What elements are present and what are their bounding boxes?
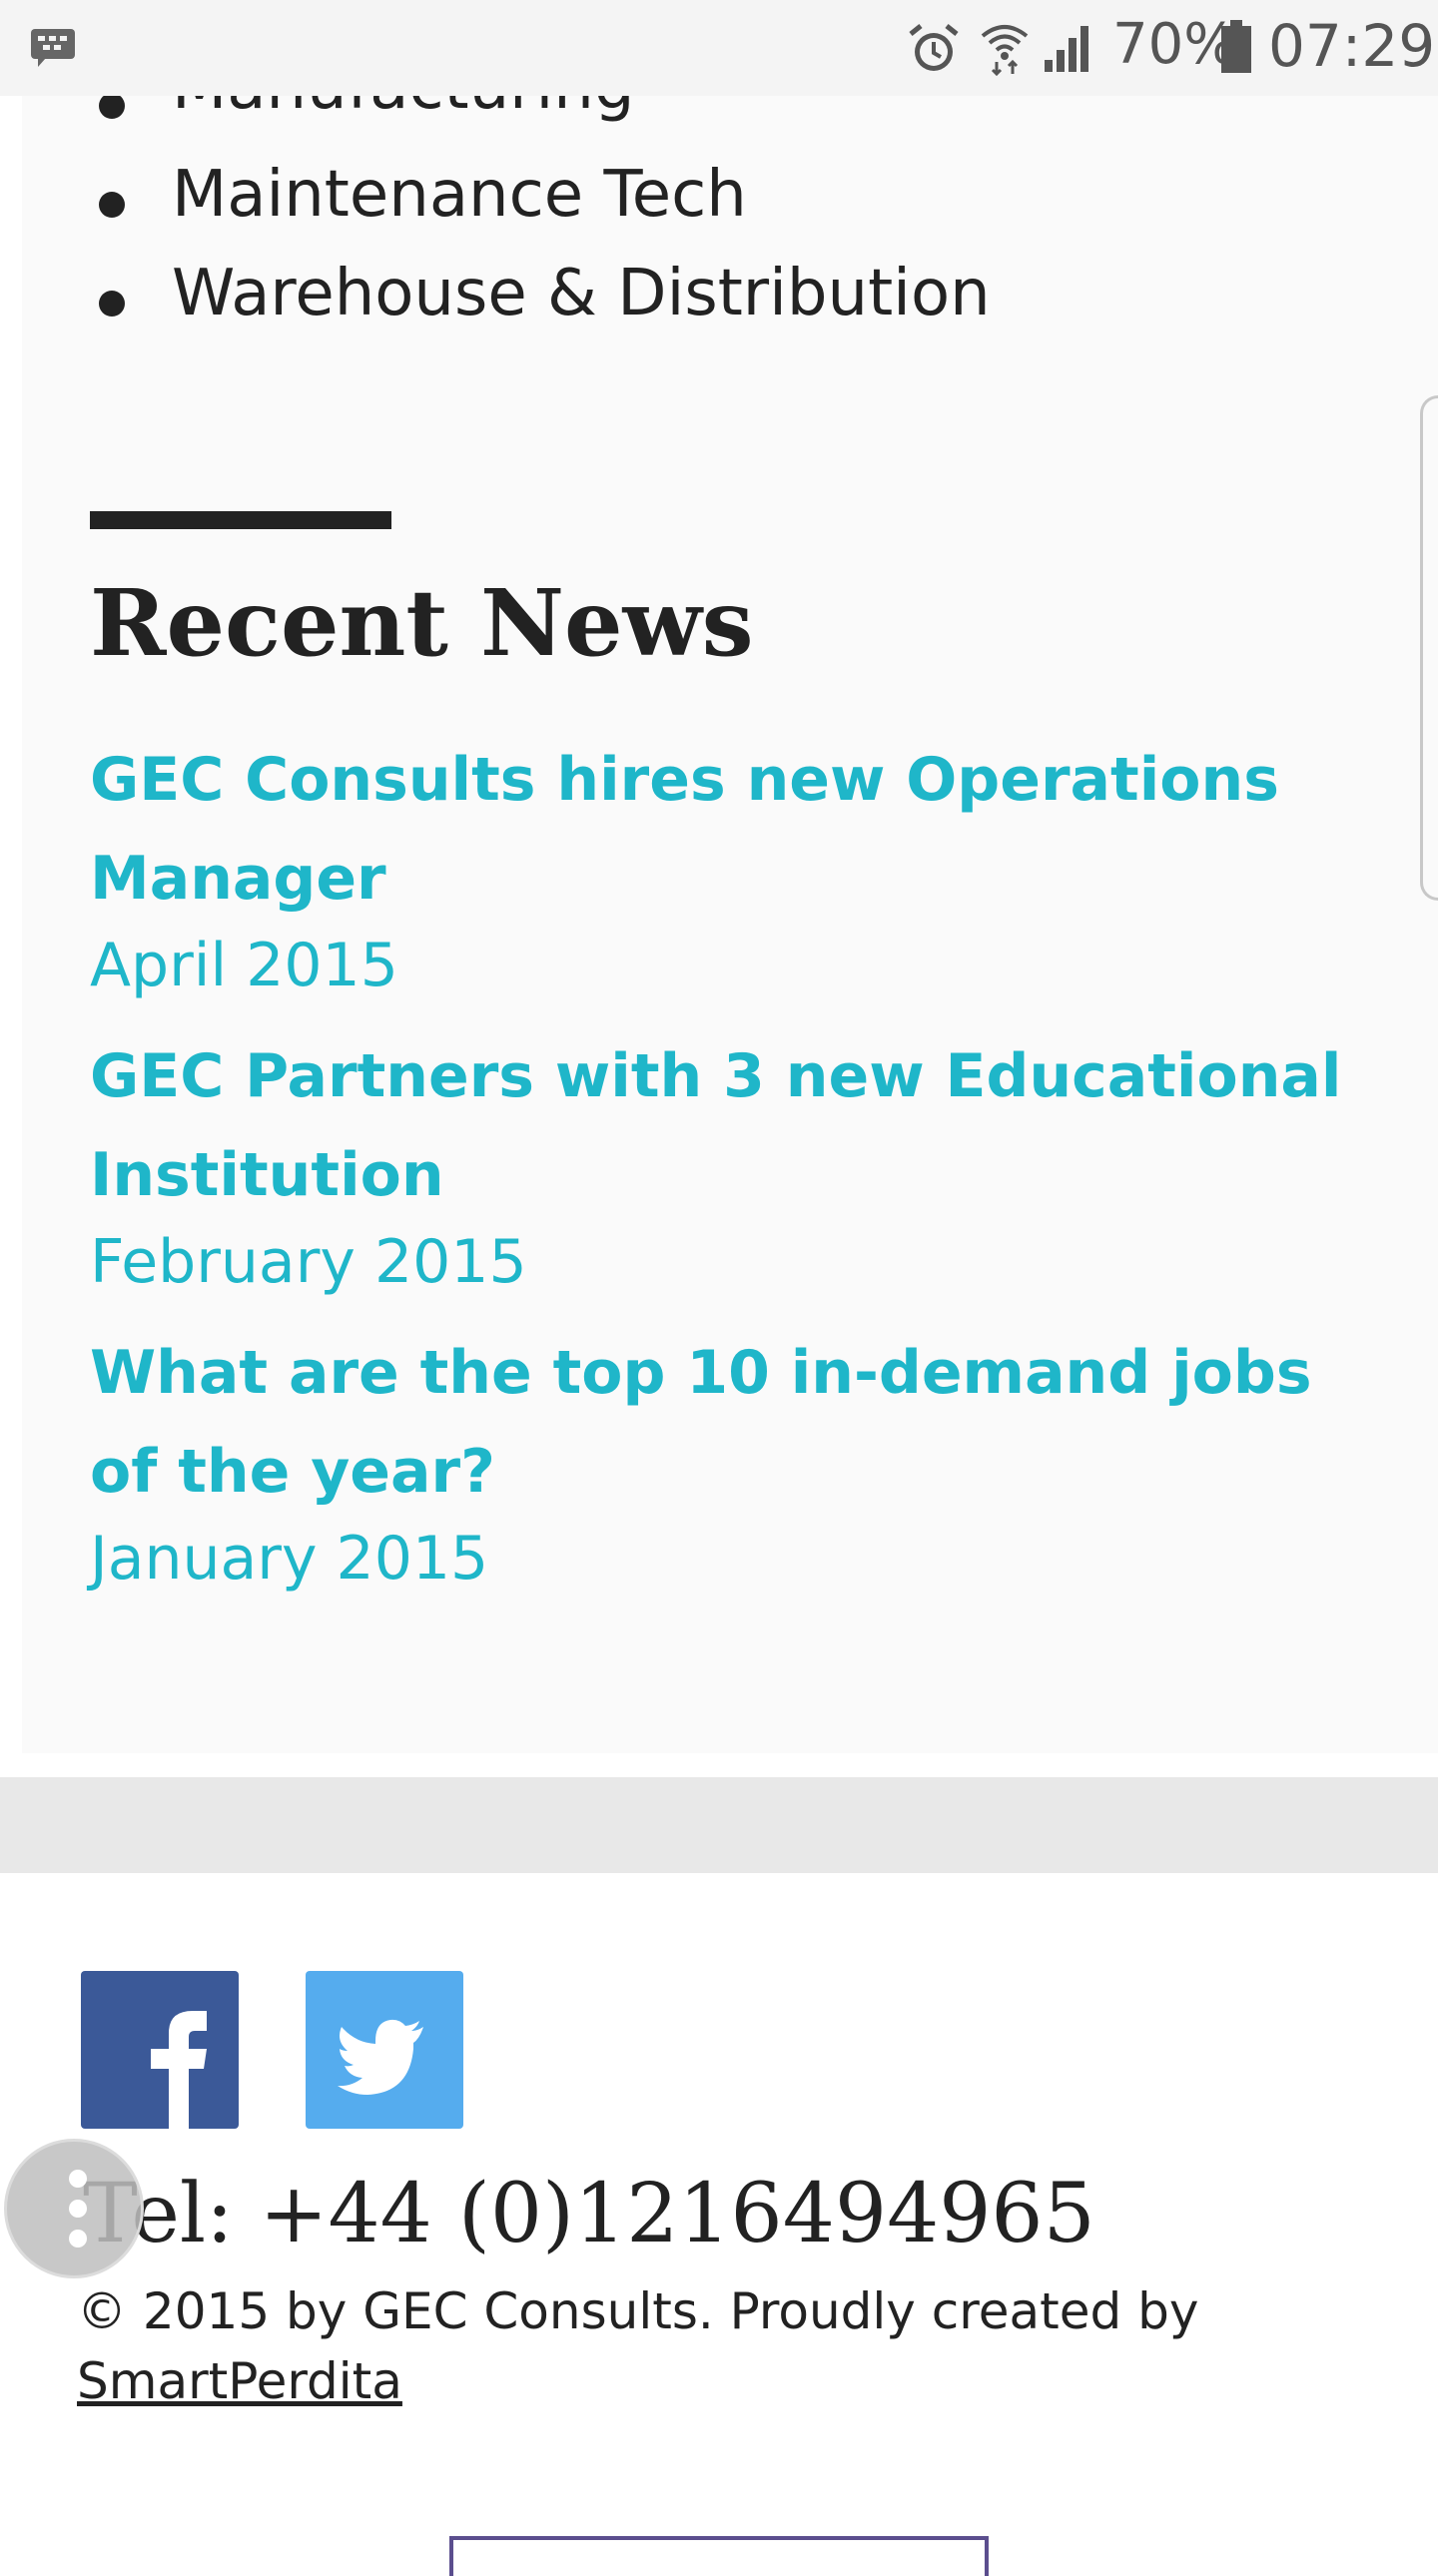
news-link[interactable]: GEC Partners with 3 new Educational Inst…: [90, 1027, 1388, 1225]
scroll-indicator[interactable]: [1420, 395, 1438, 901]
bullet: [99, 291, 125, 317]
wifi-icon: [979, 20, 1031, 80]
dot: [69, 2230, 87, 2248]
news-date: February 2015: [90, 1227, 527, 1297]
news-link[interactable]: What are the top 10 in-demand jobs of th…: [90, 1324, 1388, 1522]
smartperdita-link[interactable]: SmartPerdita: [77, 2352, 402, 2410]
news-date: April 2015: [90, 931, 398, 1000]
section-divider-band: [0, 1777, 1438, 1873]
floating-menu-button[interactable]: [4, 2139, 144, 2278]
twitter-icon: [306, 2019, 463, 2129]
telephone-number[interactable]: Tel: +44 (0)1216494965: [83, 2167, 1095, 2261]
status-time: 07:29: [1268, 12, 1436, 80]
news-date: January 2015: [90, 1524, 489, 1594]
signal-icon: [1043, 24, 1092, 78]
bbm-icon: [30, 28, 76, 72]
content-card: Manufacturing Maintenance Tech Warehouse…: [22, 50, 1438, 1753]
dot: [69, 2200, 87, 2218]
recent-news-heading: Recent News: [90, 569, 754, 677]
alarm-icon: [907, 22, 961, 80]
list-item[interactable]: Warehouse & Distribution: [172, 257, 991, 330]
section-divider-rule: [90, 511, 391, 529]
copyright-text: © 2015 by GEC Consults. Proudly created …: [77, 2282, 1199, 2340]
list-item[interactable]: Maintenance Tech: [172, 158, 747, 232]
bullet: [99, 192, 125, 218]
battery-percentage: 70%: [1112, 12, 1237, 77]
dot: [69, 2170, 87, 2188]
facebook-button[interactable]: [81, 1971, 239, 2129]
bottom-button-outline[interactable]: [449, 2536, 989, 2576]
bullet: [99, 93, 125, 119]
twitter-button[interactable]: [306, 1971, 463, 2129]
battery-icon: [1220, 20, 1252, 78]
facebook-icon: [81, 2011, 239, 2129]
news-link[interactable]: GEC Consults hires new Operations Manage…: [90, 731, 1388, 929]
status-bar: 70% 07:29: [0, 0, 1438, 96]
